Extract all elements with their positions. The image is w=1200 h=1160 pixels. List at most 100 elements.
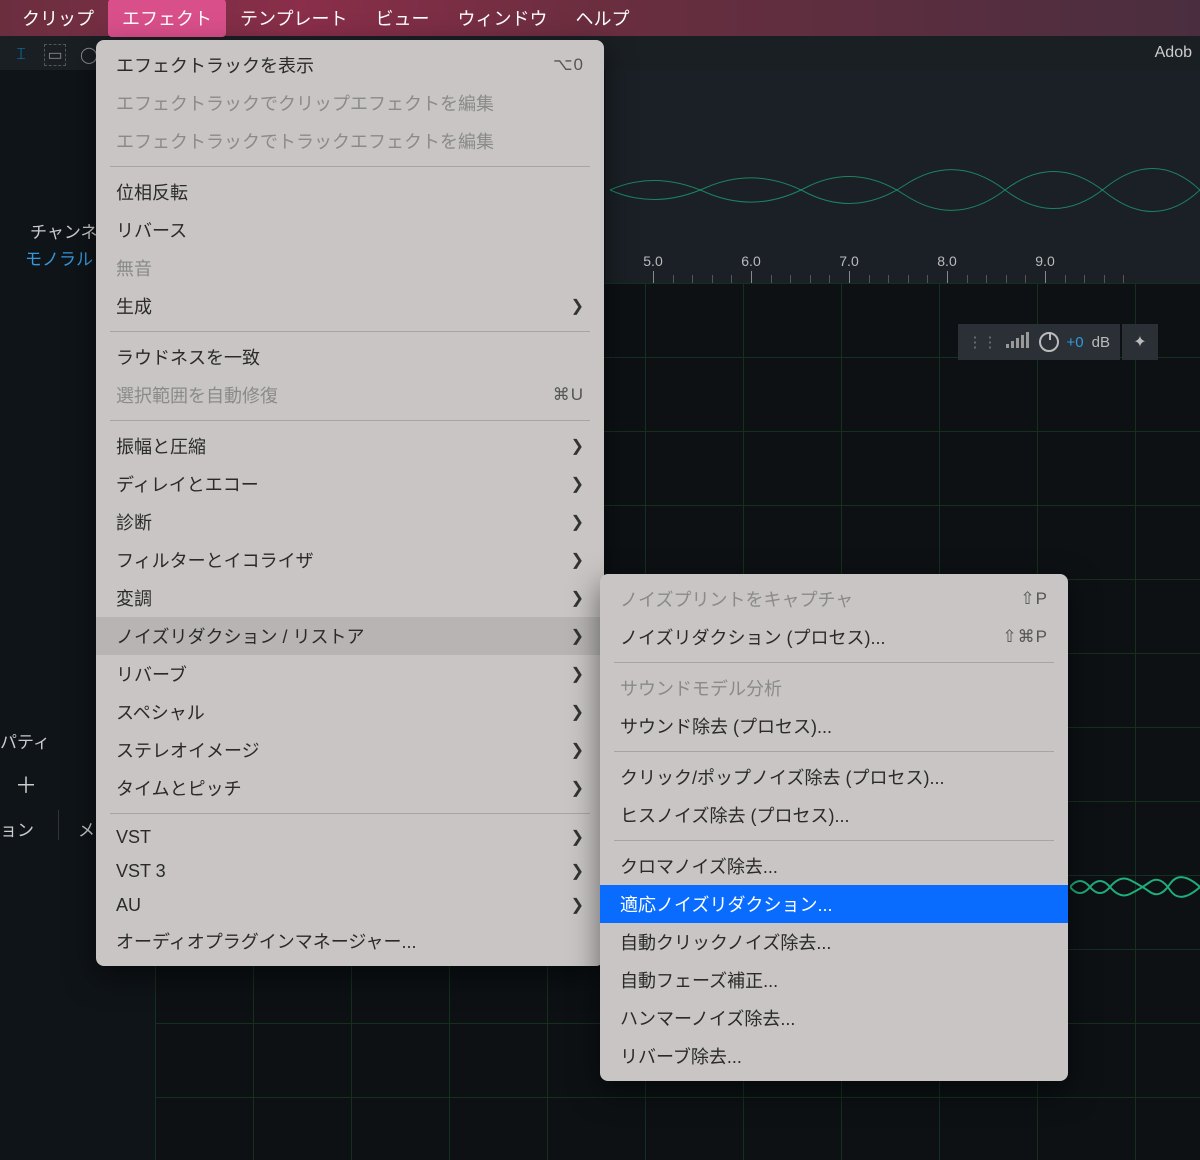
pin-icon: ✦ <box>1133 332 1146 352</box>
menu-item[interactable]: 位相反転 <box>96 173 604 211</box>
ruler-tick: 9.0 <box>1035 253 1054 269</box>
add-button[interactable]: ＋ <box>15 768 37 800</box>
menu-item[interactable]: リバース <box>96 211 604 249</box>
menu-item-label: ヒスノイズ除去 (プロセス)... <box>620 802 849 828</box>
sidebar-tab-fragment-2[interactable]: メ <box>78 816 95 841</box>
ruler-tick: 5.0 <box>643 253 662 269</box>
menu-item[interactable]: 適応ノイズリダクション... <box>600 885 1068 923</box>
menu-item-label: ノイズプリントをキャプチャ <box>620 586 853 612</box>
ruler-tick: 6.0 <box>741 253 760 269</box>
menubar-item-5[interactable]: ヘルプ <box>561 0 643 37</box>
level-meter-icon <box>1006 332 1031 352</box>
menu-item: ノイズプリントをキャプチャ ⇧P <box>600 580 1068 618</box>
menu-item: エフェクトラックでクリップエフェクトを編集 <box>96 84 604 122</box>
menu-item-label: 生成 <box>116 293 152 319</box>
menubar-item-2[interactable]: テンプレート <box>226 0 361 37</box>
menu-item[interactable]: ノイズリダクション / リストア ❯ <box>96 617 604 655</box>
menu-item-label: 自動フェーズ補正... <box>620 967 778 993</box>
gain-knob-icon[interactable] <box>1039 332 1059 352</box>
menu-separator <box>110 166 590 167</box>
chevron-right-icon: ❯ <box>571 740 584 760</box>
menu-item: 無音 <box>96 249 604 287</box>
menu-item-label: クロマノイズ除去... <box>620 853 778 879</box>
menu-item-label: エフェクトラックでトラックエフェクトを編集 <box>116 128 494 154</box>
menu-item-label: ディレイとエコー <box>116 471 259 497</box>
waveform-icon <box>605 70 1200 245</box>
menu-item[interactable]: 自動クリックノイズ除去... <box>600 923 1068 961</box>
gain-value[interactable]: +0 <box>1067 334 1084 351</box>
chevron-right-icon: ❯ <box>571 626 584 646</box>
menu-item: サウンドモデル分析 <box>600 669 1068 707</box>
sidebar-divider <box>58 810 59 840</box>
menu-item[interactable]: エフェクトラックを表示⌥0 <box>96 46 604 84</box>
menu-item[interactable]: リバーブ❯ <box>96 655 604 693</box>
menu-separator <box>110 813 590 814</box>
chevron-right-icon: ❯ <box>571 778 584 798</box>
volume-hud[interactable]: ⋮⋮ +0 dB <box>958 324 1120 360</box>
ibeam-icon[interactable]: ⌶ <box>10 44 32 66</box>
menu-item[interactable]: リバーブ除去... <box>600 1037 1068 1075</box>
menu-item-label: ハンマーノイズ除去... <box>620 1005 795 1031</box>
menu-item[interactable]: タイムとピッチ❯ <box>96 769 604 807</box>
chevron-right-icon: ❯ <box>571 512 584 532</box>
pin-button[interactable]: ✦ <box>1122 324 1158 360</box>
menu-item[interactable]: ラウドネスを一致 <box>96 338 604 376</box>
menu-item-label: 診断 <box>116 509 152 535</box>
menu-item[interactable]: サウンド除去 (プロセス)... <box>600 707 1068 745</box>
menu-item[interactable]: 生成❯ <box>96 287 604 325</box>
menu-item[interactable]: ディレイとエコー ❯ <box>96 465 604 503</box>
overview-waveform[interactable] <box>605 70 1200 245</box>
ruler-tick: 7.0 <box>839 253 858 269</box>
menu-item[interactable]: 振幅と圧縮❯ <box>96 427 604 465</box>
menu-item[interactable]: 診断 ❯ <box>96 503 604 541</box>
sidebar-channel-label: チャンネ <box>30 218 98 243</box>
menubar-item-0[interactable]: クリップ <box>8 0 108 37</box>
menu-item-label: ノイズリダクション / リストア <box>116 623 364 649</box>
menu-item[interactable]: ノイズリダクション (プロセス)...⇧⌘P <box>600 618 1068 656</box>
drag-handle-icon[interactable]: ⋮⋮ <box>968 333 998 351</box>
menu-item-label: ステレオイメージ <box>116 737 260 763</box>
tool-row: ⌶ ▭ ◯ <box>0 36 110 74</box>
menu-item[interactable]: スペシャル ❯ <box>96 693 604 731</box>
menu-item-label: VST <box>116 827 151 848</box>
time-ruler[interactable]: 5.06.07.08.09.0 <box>605 245 1200 283</box>
chevron-right-icon: ❯ <box>571 474 584 494</box>
menu-item[interactable]: フィルターとイコライザ❯ <box>96 541 604 579</box>
menu-item[interactable]: 自動フェーズ補正... <box>600 961 1068 999</box>
sidebar-property-label: パティ <box>0 728 50 753</box>
effects-menu: エフェクトラックを表示⌥0 エフェクトラックでクリップエフェクトを編集エフェクトラ… <box>96 40 604 966</box>
menu-item-label: スペシャル <box>116 699 205 725</box>
menu-item[interactable]: VST 3❯ <box>96 854 604 888</box>
menu-item-label: 適応ノイズリダクション... <box>620 891 832 917</box>
menubar-item-3[interactable]: ビュー <box>361 0 443 37</box>
menu-item[interactable]: ヒスノイズ除去 (プロセス)... <box>600 796 1068 834</box>
menu-item-label: 位相反転 <box>116 179 188 205</box>
chevron-right-icon: ❯ <box>571 861 584 881</box>
menu-item[interactable]: オーディオプラグインマネージャー... <box>96 922 604 960</box>
menu-item-label: エフェクトラックでクリップエフェクトを編集 <box>116 90 494 116</box>
chevron-right-icon: ❯ <box>571 702 584 722</box>
menubar-item-4[interactable]: ウィンドウ <box>443 0 561 37</box>
marquee-icon[interactable]: ▭ <box>44 44 66 66</box>
menu-shortcut: ⇧P <box>1020 589 1048 609</box>
menu-shortcut: ⇧⌘P <box>1002 627 1048 647</box>
menu-item-label: サウンドモデル分析 <box>620 675 782 701</box>
noise-reduction-submenu: ノイズプリントをキャプチャ ⇧P ノイズリダクション (プロセス)...⇧⌘P サウン… <box>600 574 1068 1081</box>
chevron-right-icon: ❯ <box>571 588 584 608</box>
menu-item[interactable]: クロマノイズ除去... <box>600 847 1068 885</box>
sidebar-mono[interactable]: モノラル <box>25 245 93 270</box>
menu-item-label: 無音 <box>116 255 152 281</box>
menu-item[interactable]: VST❯ <box>96 820 604 854</box>
menu-item-label: リバーブ除去... <box>620 1043 742 1069</box>
menu-item[interactable]: ステレオイメージ ❯ <box>96 731 604 769</box>
menu-item[interactable]: クリック/ポップノイズ除去 (プロセス)... <box>600 758 1068 796</box>
sidebar-tab-fragment[interactable]: ョン <box>0 816 34 841</box>
menubar-item-1[interactable]: エフェクト <box>108 0 226 37</box>
menu-item[interactable]: AU❯ <box>96 888 604 922</box>
chevron-right-icon: ❯ <box>571 436 584 456</box>
menu-item[interactable]: 変調❯ <box>96 579 604 617</box>
menu-item[interactable]: ハンマーノイズ除去... <box>600 999 1068 1037</box>
menu-item-label: オーディオプラグインマネージャー... <box>116 928 416 954</box>
menu-separator <box>110 420 590 421</box>
chevron-right-icon: ❯ <box>571 895 584 915</box>
